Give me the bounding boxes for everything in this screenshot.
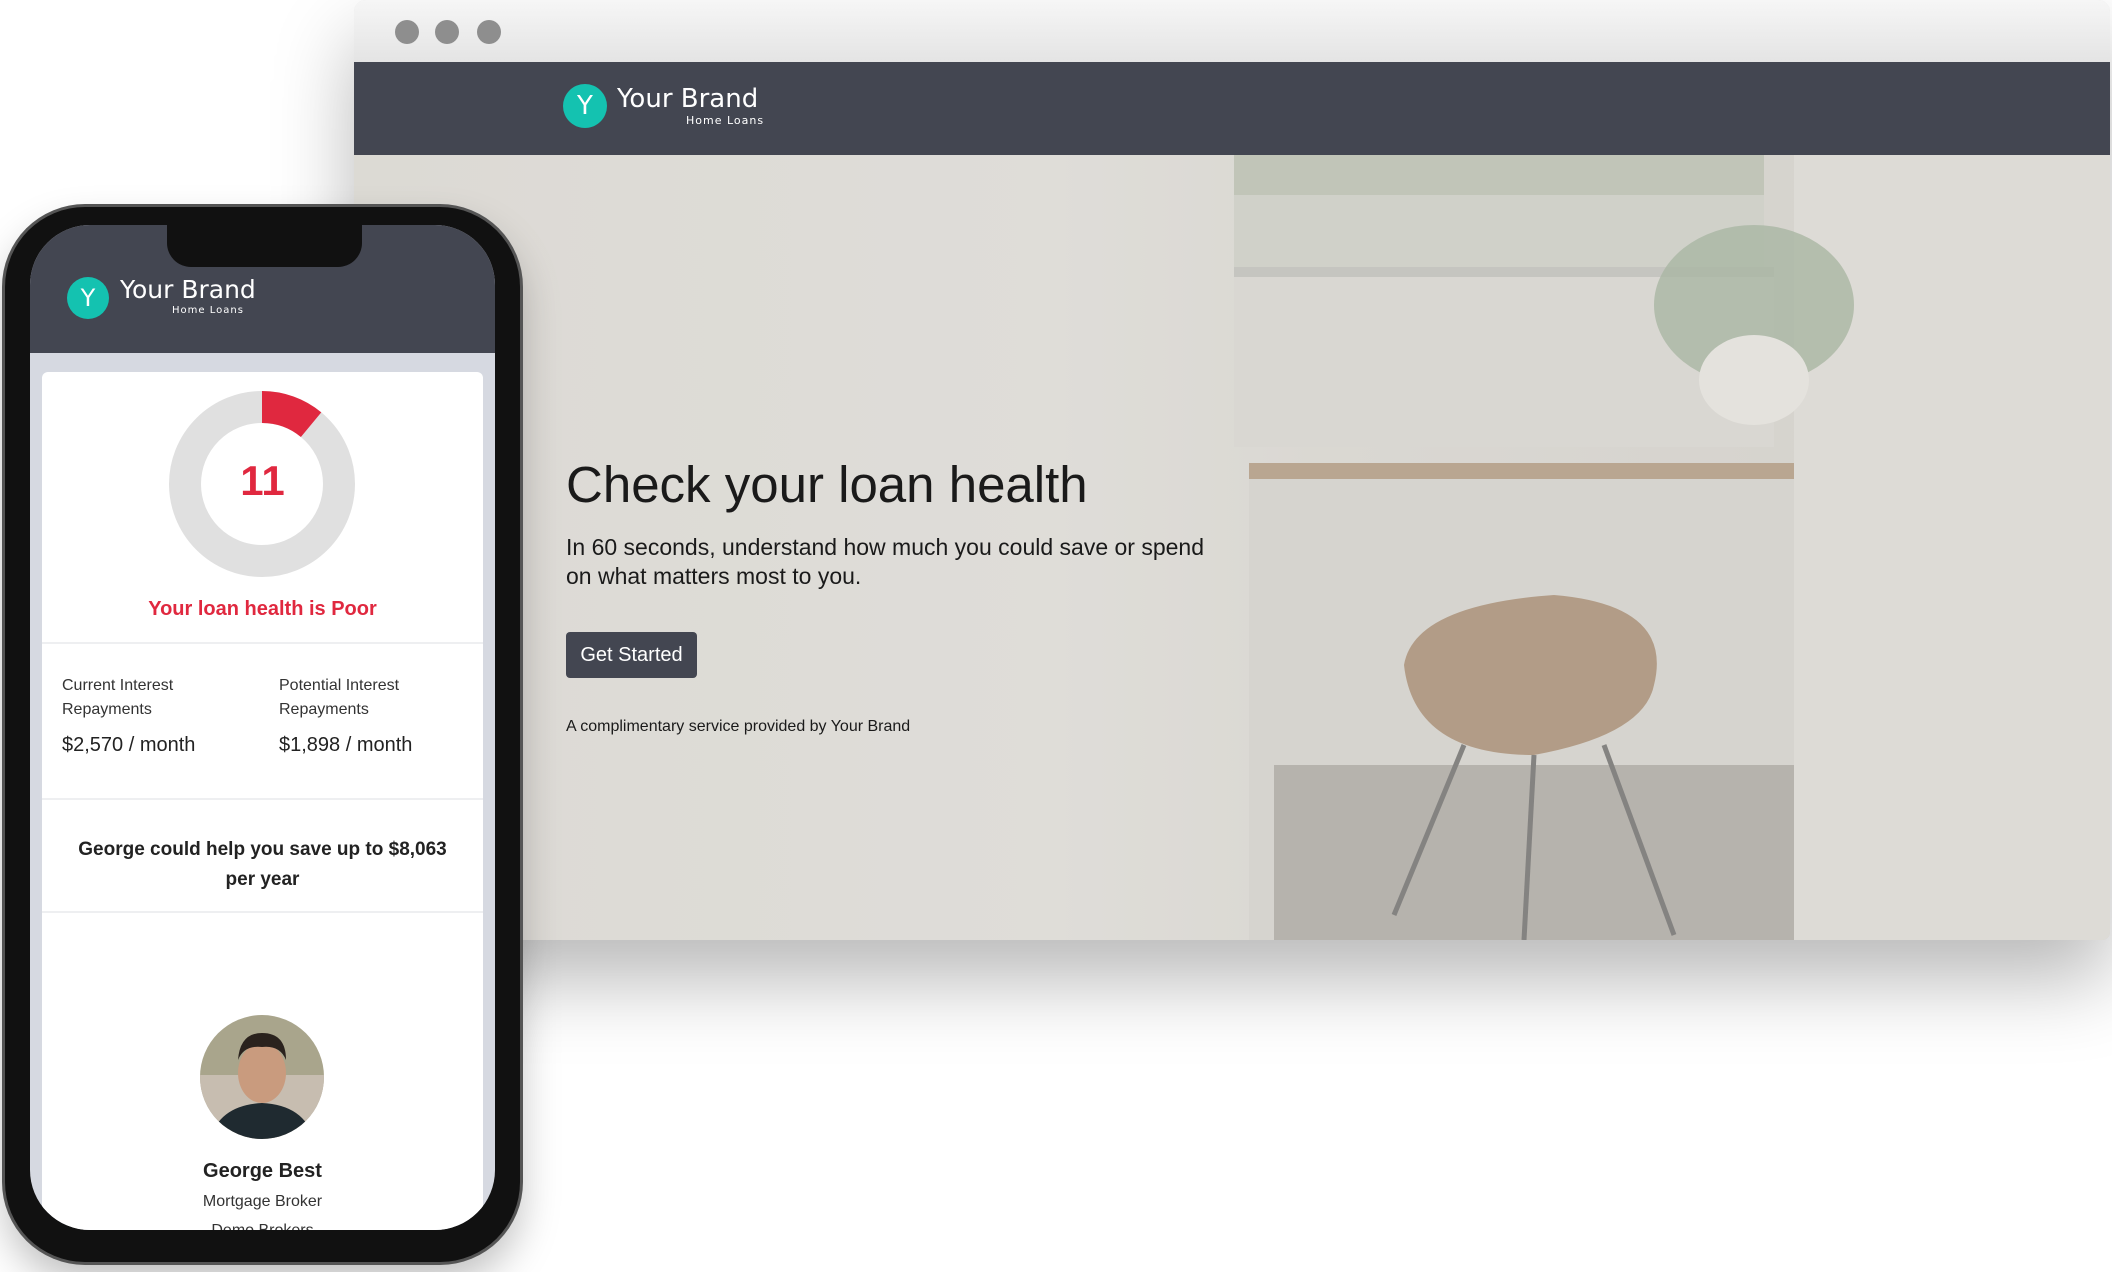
potential-repayments-value: $1,898 / month	[279, 734, 413, 756]
brand-logo-icon[interactable]: Y	[67, 277, 109, 319]
current-repayments-label: Current Interest Repayments	[62, 677, 174, 718]
broker-avatar	[200, 1015, 324, 1139]
brand-subtitle: Home Loans	[686, 114, 765, 127]
gauge-score-arc	[261, 391, 322, 438]
brand-logo-icon[interactable]: Y	[563, 84, 607, 128]
broker-company: Demo Brokers	[42, 1222, 483, 1230]
divider	[42, 911, 483, 913]
potential-repayments-label: Potential Interest Repayments	[279, 677, 400, 718]
browser-titlebar	[354, 0, 2110, 63]
phone-mockup: Y Your Brand Home Loans 11 Your loan hea…	[5, 207, 520, 1262]
gauge-score-value: 11	[240, 457, 285, 504]
broker-name: George Best	[203, 1160, 322, 1182]
hero-section: Check your loan health In 60 seconds, un…	[354, 155, 2110, 940]
loan-health-status: Your loan health is Poor	[148, 598, 377, 620]
brand-name: Your Brand	[120, 275, 256, 304]
maximize-window-button[interactable]	[477, 20, 501, 44]
loan-health-card: 11 Your loan health is Poor Current Inte…	[42, 372, 483, 1230]
divider	[42, 798, 483, 800]
minimize-window-button[interactable]	[435, 20, 459, 44]
savings-message: George could help you save up to $8,063 …	[78, 839, 447, 890]
brand-subtitle: Home Loans	[172, 305, 244, 316]
site-navbar: Y Your Brand Home Loans	[354, 62, 2110, 155]
phone-notch	[167, 225, 362, 267]
hero-subheading: In 60 seconds, understand how much you c…	[566, 534, 1205, 589]
divider	[42, 642, 483, 644]
browser-window: Y Your Brand Home Loans Check your loan …	[354, 0, 2110, 940]
brand-name: Your Brand	[617, 84, 759, 114]
hero-heading: Check your loan health	[566, 456, 1088, 513]
hero-footnote: A complimentary service provided by Your…	[566, 718, 911, 735]
get-started-button[interactable]: Get Started	[566, 632, 697, 678]
broker-title: Mortgage Broker	[202, 1193, 323, 1210]
current-repayments-value: $2,570 / month	[62, 734, 196, 756]
phone-screen: Y Your Brand Home Loans 11 Your loan hea…	[30, 225, 495, 1230]
close-window-button[interactable]	[395, 20, 419, 44]
